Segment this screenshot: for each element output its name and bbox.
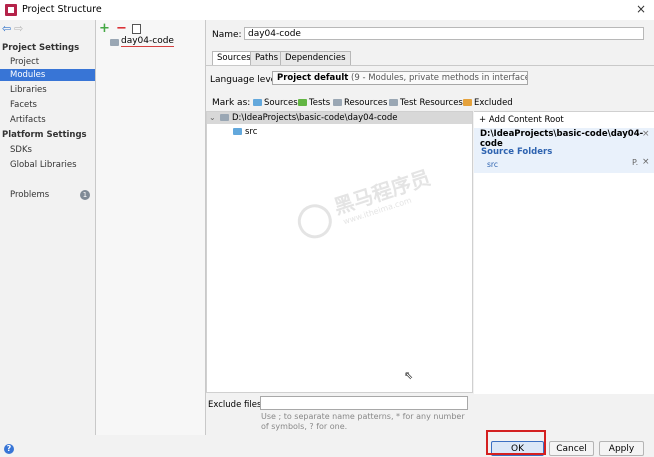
platform-settings-header: Platform Settings: [2, 130, 87, 140]
tab-divider: [206, 65, 654, 66]
back-arrow-icon[interactable]: ⇦: [2, 22, 11, 35]
name-label: Name:: [212, 30, 242, 40]
mark-as-test-resources-button[interactable]: Test Resources: [389, 98, 463, 108]
sidebar-item-artifacts[interactable]: Artifacts: [0, 114, 95, 126]
remove-content-root-icon[interactable]: ×: [642, 129, 650, 139]
problems-count-badge: 1: [80, 190, 90, 200]
mark-as-excluded-label: Excluded: [474, 98, 513, 108]
sidebar-item-project[interactable]: Project: [0, 56, 95, 68]
project-settings-header: Project Settings: [2, 43, 80, 53]
tree-item-src[interactable]: src: [245, 127, 257, 137]
folder-icon: [220, 114, 229, 121]
apply-button[interactable]: Apply: [599, 441, 644, 456]
help-button[interactable]: ?: [4, 444, 14, 454]
tab-dependencies[interactable]: Dependencies: [280, 51, 351, 66]
window-title: Project Structure: [22, 4, 102, 15]
mark-as-excluded-button[interactable]: Excluded: [463, 98, 513, 108]
content-tree: [206, 111, 473, 393]
tests-folder-icon: [298, 99, 307, 106]
sidebar-item-global-libraries[interactable]: Global Libraries: [0, 159, 95, 171]
add-content-root-button[interactable]: + Add Content Root: [479, 115, 564, 125]
language-level-select[interactable]: Project default (9 - Modules, private me…: [272, 71, 528, 85]
cancel-button[interactable]: Cancel: [549, 441, 594, 456]
mark-as-tests-button[interactable]: Tests: [298, 98, 330, 108]
sidebar-item-libraries[interactable]: Libraries: [0, 84, 95, 96]
test-resources-folder-icon: [389, 99, 398, 106]
language-level-detail: (9 - Modules, private methods in interfa…: [351, 73, 527, 83]
chevron-down-icon[interactable]: ⌄: [209, 113, 216, 122]
add-module-button[interactable]: +: [99, 21, 110, 36]
mouse-cursor-icon: ⇖: [404, 369, 414, 382]
language-level-value: Project default: [277, 73, 349, 83]
module-folder-icon: [110, 39, 119, 46]
ok-button[interactable]: OK: [491, 441, 544, 456]
sidebar-item-sdks[interactable]: SDKs: [0, 144, 95, 156]
exclude-files-input[interactable]: [260, 396, 468, 410]
source-folder-item: src: [487, 160, 498, 169]
resources-folder-icon: [333, 99, 342, 106]
sources-folder-icon: [253, 99, 262, 106]
remove-source-folder-icon[interactable]: ×: [642, 157, 650, 167]
mark-as-sources-button[interactable]: Sources: [253, 98, 298, 108]
module-name-field[interactable]: day04-code: [244, 27, 644, 40]
sidebar-item-facets[interactable]: Facets: [0, 99, 95, 111]
tab-paths[interactable]: Paths: [250, 51, 284, 66]
module-list-item[interactable]: day04-code: [121, 36, 174, 47]
source-folders-title: Source Folders: [481, 147, 553, 157]
language-level-label: Language level:: [210, 75, 282, 85]
exclude-files-label: Exclude files:: [208, 400, 265, 410]
close-window-button[interactable]: ×: [634, 2, 648, 16]
settings-sidebar: [0, 20, 96, 435]
mark-as-tests-label: Tests: [309, 98, 331, 108]
content-root-path: D:\IdeaProjects\basic-code\day04-code: [480, 129, 644, 149]
excluded-folder-icon: [463, 99, 472, 106]
sidebar-item-modules[interactable]: Modules: [0, 69, 95, 81]
mark-as-resources-label: Resources: [344, 98, 388, 108]
mark-as-sources-label: Sources: [264, 98, 298, 108]
tree-root-path: D:\IdeaProjects\basic-code\day04-code: [232, 113, 398, 123]
mark-as-test-resources-label: Test Resources: [400, 98, 463, 108]
source-folder-icon: [233, 128, 242, 135]
copy-icon[interactable]: [132, 24, 141, 34]
exclude-files-hint: Use ; to separate name patterns, * for a…: [261, 412, 465, 431]
mark-as-label: Mark as:: [212, 98, 251, 108]
app-icon: [5, 4, 17, 16]
mark-as-resources-button[interactable]: Resources: [333, 98, 387, 108]
remove-module-button[interactable]: −: [116, 21, 127, 36]
edit-properties-icon[interactable]: P.: [632, 158, 638, 167]
forward-arrow-icon[interactable]: ⇨: [14, 22, 23, 35]
module-list-panel: [96, 20, 206, 435]
